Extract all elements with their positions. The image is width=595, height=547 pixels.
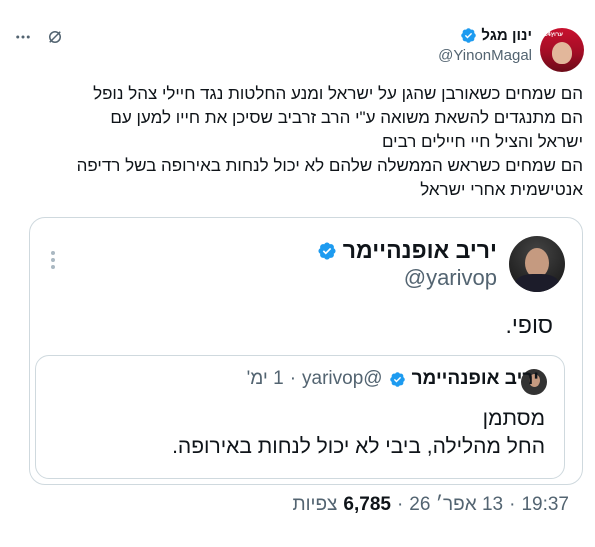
author-handle[interactable]: @YinonMagal bbox=[438, 47, 532, 64]
inner-tweet-line: מסתמן bbox=[482, 407, 545, 430]
footer-separator: · bbox=[396, 494, 404, 515]
avatar-body bbox=[515, 274, 559, 292]
tweet-footer: 19:37 · 13 אפר׳ 26 · 6,785 צפיות bbox=[292, 494, 569, 516]
author-name-row[interactable]: ינון מגל bbox=[460, 27, 532, 44]
tweet-line: הם מתנגדים להשאת משואה ע"י הרב זרביב שסי… bbox=[110, 108, 583, 127]
avatar-face bbox=[552, 42, 572, 64]
quote-author-name-row[interactable]: יריב אופנהיימר bbox=[317, 237, 497, 264]
tweet-line: הם שמחים כשאורבן שהגן על ישראל ומנע החלט… bbox=[93, 84, 583, 103]
views-count: 6,785 bbox=[343, 494, 391, 515]
quote-author-name: יריב אופנהיימר bbox=[342, 237, 497, 263]
verified-badge-icon bbox=[318, 241, 336, 260]
tweet-line: הם שמחים כשראש הממשלה שלהם לא יכול לנחות… bbox=[76, 156, 583, 175]
more-icon[interactable] bbox=[12, 26, 34, 48]
views-label: צפיות bbox=[292, 494, 338, 515]
inner-tweet-time[interactable]: 1 ימ' bbox=[247, 368, 284, 390]
author-name: ינון מגל bbox=[481, 27, 532, 44]
inner-tweet-line: החל מהלילה, ביבי לא יכול לנחות באירופה. bbox=[172, 435, 545, 458]
tweet-date[interactable]: 13 אפר׳ 26 bbox=[409, 494, 503, 516]
verified-badge-icon bbox=[389, 371, 405, 387]
grok-icon[interactable] bbox=[44, 26, 66, 48]
quote-author-avatar[interactable] bbox=[509, 236, 565, 292]
avatar-channel-tag: ערוץ14 bbox=[544, 32, 563, 38]
quote-author-handle[interactable]: @yarivop bbox=[404, 265, 497, 291]
footer-separator: · bbox=[509, 494, 516, 515]
tweet-line: אנטישמית אחרי ישראל bbox=[420, 180, 583, 199]
quote-more-icon[interactable] bbox=[42, 250, 63, 270]
verified-badge-icon bbox=[461, 28, 477, 43]
author-avatar[interactable]: ערוץ14 bbox=[540, 28, 584, 72]
inner-author-name[interactable]: יריב אופנהיימר bbox=[412, 368, 539, 390]
tweet-time[interactable]: 19:37 bbox=[521, 494, 569, 516]
inner-tweet-meta: יריב אופנהיימר @yarivop · 1 ימ' bbox=[247, 368, 539, 390]
inner-author-handle[interactable]: @yarivop bbox=[302, 368, 383, 390]
tweet-text: הם שמחים כשאורבן שהגן על ישראל ומנע החלט… bbox=[9, 82, 583, 202]
quote-text: סופי. bbox=[505, 312, 553, 338]
tweet-line: ישראל והציל חיי חיילים רבים bbox=[381, 132, 583, 151]
inner-tweet-text: מסתמן החל מהלילה, ביבי לא יכול לנחות באי… bbox=[172, 405, 545, 461]
inner-meta-separator: · bbox=[289, 368, 297, 389]
